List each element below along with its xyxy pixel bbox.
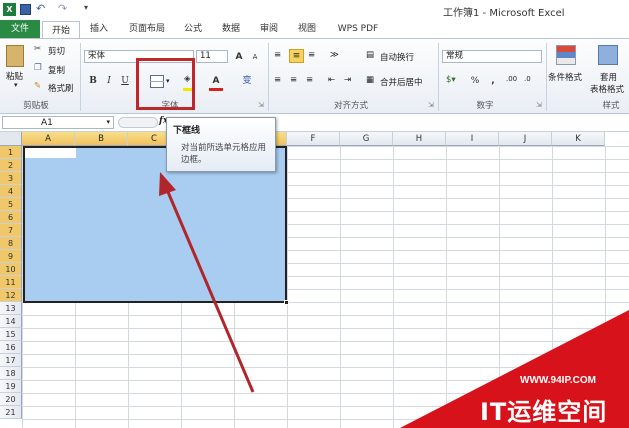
- watermark-brand: IT运维空间: [480, 398, 608, 426]
- watermark-url: WWW.94IP.COM: [520, 375, 596, 386]
